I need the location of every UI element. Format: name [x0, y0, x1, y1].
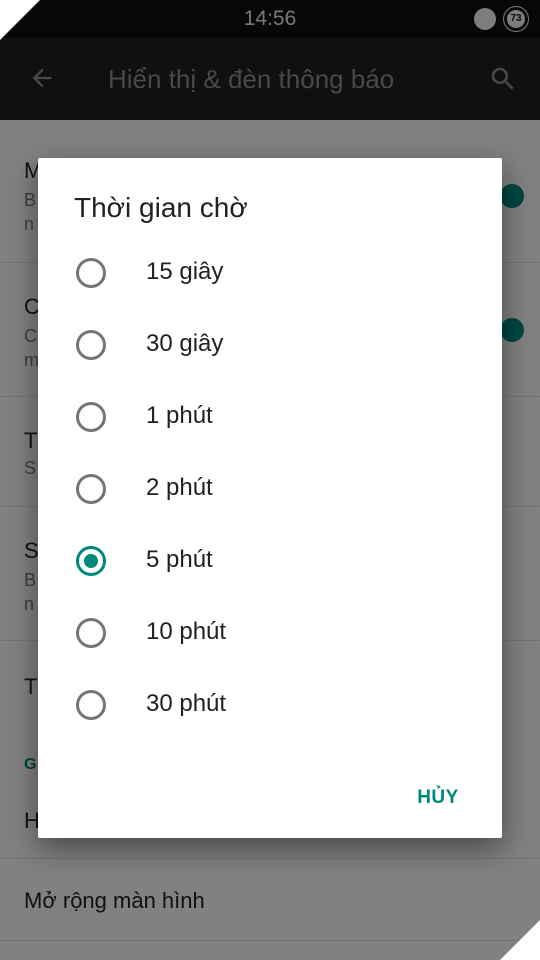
radio-option-10-minutes[interactable]: 10 phút: [38, 598, 502, 670]
radio-option-30-minutes[interactable]: 30 phút: [38, 670, 502, 742]
radio-option-label: 15 giây: [146, 258, 224, 285]
radio-option-label: 30 giây: [146, 330, 224, 357]
radio-button[interactable]: [76, 330, 106, 360]
radio-button[interactable]: [76, 258, 106, 288]
radio-option-15-seconds[interactable]: 15 giây: [38, 238, 502, 310]
radio-option-1-minute[interactable]: 1 phút: [38, 382, 502, 454]
radio-option-30-seconds[interactable]: 30 giây: [38, 310, 502, 382]
radio-button-selected[interactable]: [76, 546, 106, 576]
screen-corner: [500, 920, 540, 960]
radio-option-5-minutes[interactable]: 5 phút: [38, 526, 502, 598]
radio-button[interactable]: [76, 618, 106, 648]
radio-option-label: 2 phút: [146, 474, 213, 501]
radio-option-2-minutes[interactable]: 2 phút: [38, 454, 502, 526]
timeout-dialog: Thời gian chờ 15 giây 30 giây 1 phút 2 p…: [38, 158, 502, 838]
radio-option-label: 5 phút: [146, 546, 213, 573]
screen-corner: [0, 0, 40, 40]
radio-option-label: 1 phút: [146, 402, 213, 429]
radio-button[interactable]: [76, 690, 106, 720]
cancel-button[interactable]: HỦY: [398, 778, 478, 818]
dialog-title: Thời gian chờ: [74, 192, 248, 223]
radio-option-label: 30 phút: [146, 690, 227, 717]
radio-button[interactable]: [76, 402, 106, 432]
radio-option-label: 10 phút: [146, 618, 227, 645]
radio-button[interactable]: [76, 474, 106, 504]
